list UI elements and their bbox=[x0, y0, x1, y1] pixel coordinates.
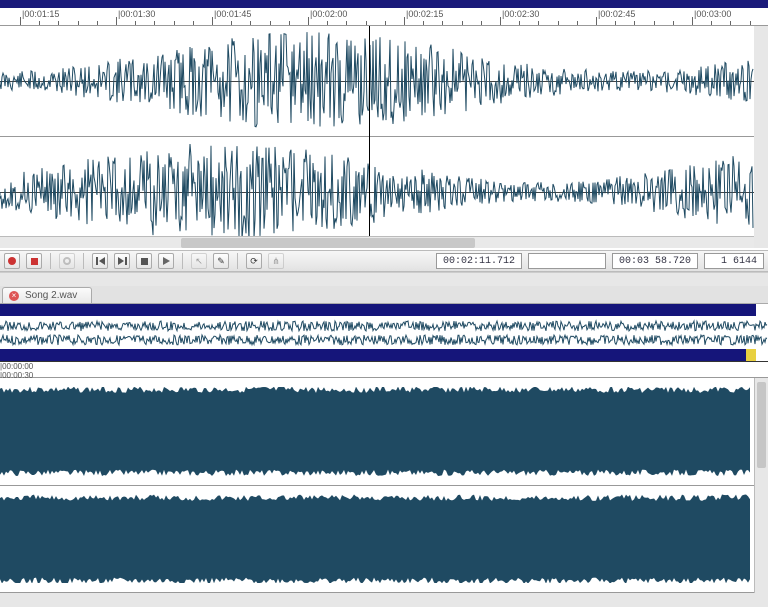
pencil-tool-icon: ✎ bbox=[217, 257, 225, 266]
pane-divider[interactable] bbox=[0, 272, 768, 286]
waveform-block-left bbox=[0, 387, 750, 476]
upper-wave-area[interactable] bbox=[0, 26, 768, 248]
play-button[interactable] bbox=[158, 253, 174, 269]
close-icon[interactable]: × bbox=[9, 291, 19, 301]
waveform-left bbox=[0, 26, 754, 136]
loop-button[interactable]: ⟳ bbox=[246, 253, 262, 269]
arm-icon bbox=[63, 257, 71, 265]
lower-channel-right bbox=[0, 486, 768, 594]
record-icon bbox=[8, 257, 16, 265]
skip-end-icon bbox=[118, 257, 127, 265]
upper-time-ruler[interactable]: |00:01:15|00:01:30|00:01:45|00:02:00|00:… bbox=[0, 8, 768, 26]
lower-wave-editor: × Song 2.wav |00:00:00|00:00:30|00:01:00… bbox=[0, 286, 768, 593]
lower-time-ruler[interactable]: |00:00:00|00:00:30|00:01:00|00:01:30|00:… bbox=[0, 362, 768, 378]
playhead-cursor[interactable] bbox=[369, 26, 370, 248]
pointer-tool-icon: ↖ bbox=[195, 257, 203, 266]
pencil-tool-button[interactable]: ✎ bbox=[213, 253, 229, 269]
file-tab-label: Song 2.wav bbox=[25, 290, 77, 301]
waveform-right bbox=[0, 137, 754, 247]
loop-icon: ⟳ bbox=[250, 257, 258, 266]
waveform-block-right bbox=[0, 494, 750, 583]
snap-icon: ⋔ bbox=[272, 257, 280, 266]
transport-toolbar: ↖ ✎ ⟳ ⋔ 00:02:11.712 00:03 58.720 1 6144 bbox=[0, 250, 768, 272]
stop-icon bbox=[141, 258, 148, 265]
upper-horizontal-scrollbar[interactable] bbox=[0, 236, 754, 248]
lower-vertical-scrollbar[interactable] bbox=[754, 378, 768, 593]
upper-channel-left bbox=[0, 26, 754, 137]
lower-wave-area[interactable] bbox=[0, 378, 768, 593]
selection-time-display[interactable] bbox=[528, 253, 606, 269]
skip-end-button[interactable] bbox=[114, 253, 130, 269]
overview-nav-top[interactable] bbox=[0, 304, 756, 316]
stop-record-button[interactable] bbox=[26, 253, 42, 269]
toolbar-separator bbox=[237, 253, 238, 269]
lower-scroll-thumb[interactable] bbox=[757, 382, 766, 468]
toolbar-separator bbox=[83, 253, 84, 269]
skip-start-button[interactable] bbox=[92, 253, 108, 269]
sample-count-display[interactable]: 1 6144 bbox=[704, 253, 764, 269]
overview-waveform bbox=[0, 316, 768, 350]
file-overview[interactable] bbox=[0, 304, 768, 362]
play-icon bbox=[163, 257, 170, 265]
arm-button[interactable] bbox=[59, 253, 75, 269]
upper-channel-right bbox=[0, 137, 754, 248]
end-time-display[interactable]: 00:03 58.720 bbox=[612, 253, 698, 269]
toolbar-separator bbox=[50, 253, 51, 269]
file-tab[interactable]: × Song 2.wav bbox=[2, 287, 92, 303]
upper-selection-bar bbox=[0, 0, 768, 8]
upper-scroll-thumb[interactable] bbox=[181, 238, 475, 248]
file-tab-bar: × Song 2.wav bbox=[0, 286, 768, 304]
skip-start-icon bbox=[96, 257, 105, 265]
cursor-time-display[interactable]: 00:02:11.712 bbox=[436, 253, 522, 269]
overview-nav-bottom[interactable] bbox=[0, 349, 756, 361]
stop-button[interactable] bbox=[136, 253, 152, 269]
lower-channel-left bbox=[0, 378, 768, 486]
stop-record-icon bbox=[31, 258, 38, 265]
toolbar-separator bbox=[182, 253, 183, 269]
record-button[interactable] bbox=[4, 253, 20, 269]
snap-button[interactable]: ⋔ bbox=[268, 253, 284, 269]
pointer-tool-button[interactable]: ↖ bbox=[191, 253, 207, 269]
upper-wave-editor: |00:01:15|00:01:30|00:01:45|00:02:00|00:… bbox=[0, 0, 768, 250]
